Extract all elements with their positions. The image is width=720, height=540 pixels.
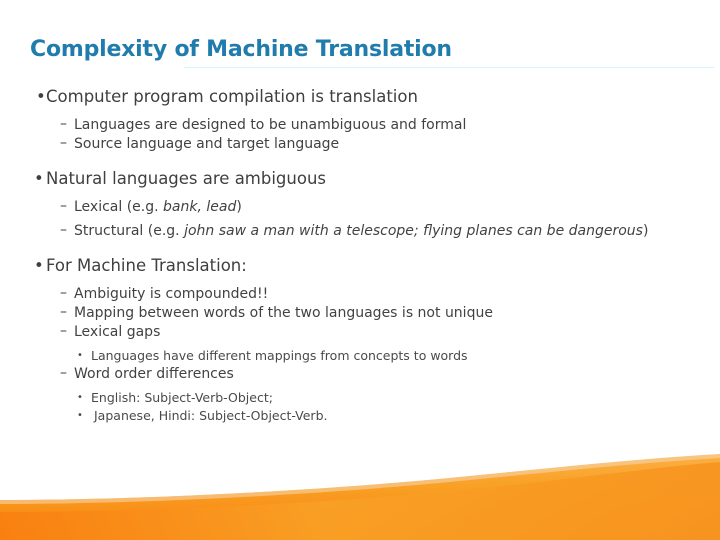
dash-marker-icon: –	[60, 222, 67, 238]
bullet-text-pre: Lexical (e.g.	[74, 199, 164, 215]
bullet-level2: – Source language and target language	[0, 135, 720, 154]
wave-shape-lower	[0, 462, 720, 540]
bullet-marker-icon: •	[34, 169, 44, 188]
slide-body: • Computer program compilation is transl…	[0, 86, 720, 425]
bullet-level3: • Japanese, Hindi: Subject-Object-Verb.	[0, 407, 720, 425]
bullet-level3: • English: Subject-Verb-Object;	[0, 389, 720, 407]
dash-marker-icon: –	[60, 285, 67, 301]
bullet-level1: • Natural languages are ambiguous	[0, 168, 720, 190]
bullet-text: English: Subject-Verb-Object;	[91, 390, 273, 405]
bullet-text: Languages have different mappings from c…	[91, 348, 468, 363]
bullet-text-post: )	[236, 199, 242, 215]
dash-marker-icon: –	[60, 323, 67, 339]
bullet-text: Natural languages are ambiguous	[46, 169, 327, 188]
bullet-text: Mapping between words of the two languag…	[74, 305, 493, 321]
bullet-level3: • Languages have different mappings from…	[0, 347, 720, 365]
wave-shape	[0, 454, 720, 540]
bullet-text: Source language and target language	[74, 136, 340, 152]
bullet-level2: – Ambiguity is compounded!!	[0, 285, 720, 304]
bullet-text: Word order differences	[74, 366, 234, 382]
bullet-marker-icon: •	[77, 350, 83, 361]
bullet-level2: – Lexical gaps	[0, 323, 720, 342]
bullet-text: For Machine Translation:	[46, 256, 247, 275]
bullet-text: Languages are designed to be unambiguous…	[74, 117, 467, 133]
bullet-group-1: • Computer program compilation is transl…	[0, 86, 720, 154]
bullet-marker-icon: •	[77, 392, 83, 403]
bullet-level2: – Languages are designed to be unambiguo…	[0, 116, 720, 135]
dash-marker-icon: –	[60, 116, 67, 132]
bullet-level1: • Computer program compilation is transl…	[0, 86, 720, 108]
bullet-text: Ambiguity is compounded!!	[74, 286, 269, 302]
dash-marker-icon: –	[60, 198, 67, 214]
orange-wave-decoration	[0, 454, 720, 540]
bullet-group-2: • Natural languages are ambiguous – Lexi…	[0, 168, 720, 241]
title-divider	[184, 67, 714, 68]
slide: Complexity of Machine Translation • Comp…	[0, 0, 720, 540]
bullet-text-pre: Structural (e.g.	[74, 223, 185, 239]
bullet-level1: • For Machine Translation:	[0, 255, 720, 277]
bullet-text-italic: john saw a man with a telescope; flying …	[184, 223, 643, 239]
bullet-level2: – Word order differences	[0, 365, 720, 384]
bullet-text: Computer program compilation is translat…	[46, 87, 418, 106]
bullet-level2: – Structural (e.g. john saw a man with a…	[0, 222, 720, 241]
dash-marker-icon: –	[60, 135, 67, 151]
bullet-marker-icon: •	[34, 256, 44, 275]
bullet-level2: – Lexical (e.g. bank, lead)	[0, 198, 720, 217]
bullet-text: Lexical gaps	[74, 324, 161, 340]
bullet-group-3: • For Machine Translation: – Ambiguity i…	[0, 255, 720, 425]
bullet-level2: – Mapping between words of the two langu…	[0, 304, 720, 323]
wave-highlight-edge	[0, 454, 720, 504]
bullet-text-post: )	[642, 223, 649, 239]
bullet-marker-icon: •	[77, 410, 83, 421]
bullet-marker-icon: •	[36, 87, 46, 106]
bullet-text: Japanese, Hindi: Subject-Object-Verb.	[94, 408, 328, 423]
bullet-text-italic: bank, lead	[163, 199, 237, 215]
dash-marker-icon: –	[60, 365, 67, 381]
dash-marker-icon: –	[60, 304, 67, 320]
page-title: Complexity of Machine Translation	[30, 37, 452, 62]
